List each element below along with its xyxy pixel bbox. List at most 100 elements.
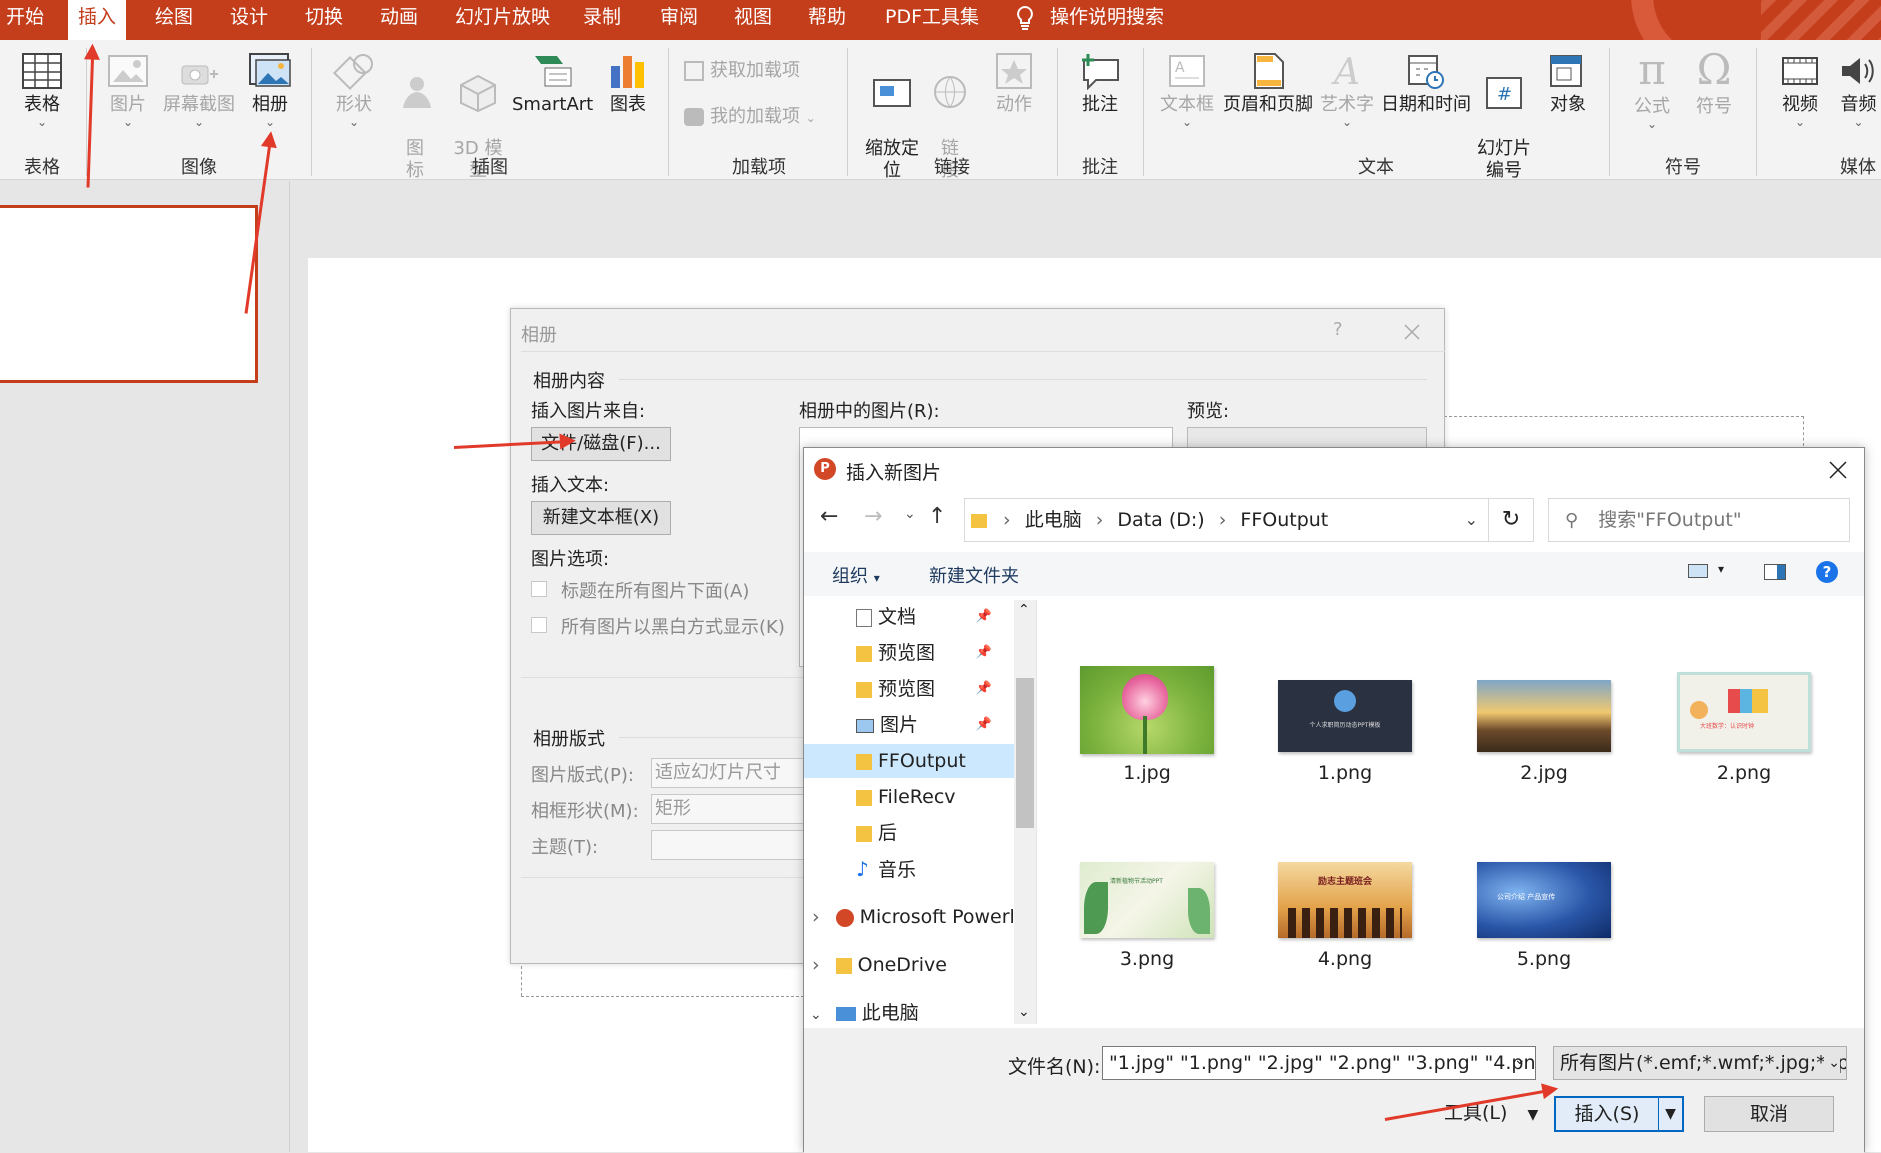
tell-me-search[interactable]: 操作说明搜索	[1014, 0, 1164, 40]
tab-review[interactable]: 审阅	[660, 0, 698, 40]
file-name[interactable]: 1.png	[1270, 762, 1420, 784]
refresh-icon[interactable]: ↻	[1488, 498, 1534, 542]
file-thumbnail-3-png[interactable]: 清新植物节活动PPT	[1080, 862, 1214, 938]
chevron-down-icon[interactable]: ⌄	[1465, 499, 1478, 541]
breadcrumb-folder[interactable]: FFOutput	[1240, 509, 1328, 531]
tab-pdf-tools[interactable]: PDF工具集	[885, 0, 979, 40]
expand-chevron-icon[interactable]: ›	[812, 906, 820, 928]
video-button[interactable]: 视频 ⌄	[1776, 52, 1824, 128]
photo-album-button[interactable]: 相册 ⌄	[244, 52, 296, 128]
date-time-button[interactable]: 日期和时间	[1380, 52, 1472, 116]
file-disk-button[interactable]: 文件/磁盘(F)...	[531, 427, 671, 461]
new-folder-button[interactable]: 新建文件夹	[929, 562, 1019, 588]
get-addins-button[interactable]: 获取加载项	[684, 60, 800, 82]
nav-item-this-pc[interactable]: ⌄ 此电脑	[804, 996, 1014, 1024]
picture-button[interactable]: 图片 ⌄	[104, 52, 152, 128]
scroll-down-icon[interactable]: ⌄	[1018, 1004, 1030, 1020]
breadcrumb-this-pc[interactable]: 此电脑	[1025, 509, 1082, 531]
tab-transitions[interactable]: 切换	[305, 0, 343, 40]
equation-button[interactable]: π 公式 ⌄	[1626, 48, 1678, 131]
breadcrumb-drive[interactable]: Data (D:)	[1117, 509, 1204, 531]
file-thumbnail-5-png[interactable]: 公司介绍 产品宣传	[1477, 862, 1611, 938]
up-arrow-icon[interactable]: ↑	[928, 504, 946, 529]
nav-item-filerecv[interactable]: FileRecv	[804, 780, 1014, 814]
file-thumbnail-2-jpg[interactable]	[1477, 680, 1611, 752]
forward-arrow-icon[interactable]: →	[864, 504, 882, 529]
tab-help[interactable]: 帮助	[808, 0, 846, 40]
black-white-checkbox[interactable]	[531, 617, 547, 633]
frame-shape-select[interactable]: 矩形	[651, 794, 811, 824]
file-name[interactable]: 1.jpg	[1072, 762, 1222, 784]
file-type-select[interactable]: 所有图片(*.emf;*.wmf;*.jpg;*.jp ⌄	[1553, 1046, 1847, 1080]
comment-button[interactable]: 批注	[1076, 52, 1124, 116]
chevron-down-icon[interactable]: ⌄	[1514, 1052, 1526, 1068]
help-button[interactable]: ?	[1333, 319, 1343, 340]
wordart-button[interactable]: A 艺术字 ⌄	[1318, 52, 1376, 128]
insert-split-arrow-icon[interactable]: ▼	[1658, 1098, 1682, 1130]
nav-item-hou[interactable]: 后	[804, 816, 1014, 850]
nav-item-preview-2[interactable]: 预览图 📌	[804, 672, 1014, 706]
file-thumbnail-1-png[interactable]: 个人求职简历动态PPT模板	[1278, 680, 1412, 752]
smartart-button[interactable]: SmartArt	[512, 52, 593, 116]
file-name[interactable]: 2.png	[1669, 762, 1819, 784]
file-thumbnail-1-jpg[interactable]	[1080, 666, 1214, 754]
nav-item-documents[interactable]: 文档 📌	[804, 600, 1014, 634]
captions-checkbox[interactable]	[531, 581, 547, 597]
preview-pane-icon[interactable]	[1764, 564, 1786, 580]
nav-item-ffoutput[interactable]: FFOutput	[804, 744, 1014, 778]
insert-button[interactable]: 插入(S) ▼	[1554, 1096, 1684, 1132]
help-icon[interactable]: ?	[1816, 561, 1838, 583]
tab-insert[interactable]: 插入	[68, 0, 127, 40]
pin-icon[interactable]: 📌	[976, 600, 992, 634]
tab-home[interactable]: 开始	[6, 0, 44, 40]
file-name[interactable]: 3.png	[1072, 948, 1222, 970]
filename-input[interactable]: "1.jpg" "1.png" "2.jpg" "2.png" "3.png" …	[1102, 1046, 1536, 1080]
view-options-icon[interactable]	[1688, 564, 1708, 578]
new-textbox-button[interactable]: 新建文本框(X)	[531, 501, 671, 535]
file-name[interactable]: 2.jpg	[1469, 762, 1619, 784]
symbol-button[interactable]: Ω 符号	[1688, 48, 1740, 118]
nav-item-powerpoint[interactable]: › Microsoft Powerl	[804, 900, 1014, 934]
textbox-button[interactable]: A 文本框 ⌄	[1158, 52, 1216, 128]
object-button[interactable]: 对象	[1542, 52, 1594, 116]
tab-design[interactable]: 设计	[230, 0, 268, 40]
my-addins-button[interactable]: 我的加载项 ⌄	[684, 106, 816, 129]
organize-menu[interactable]: 组织 ▾	[832, 562, 880, 588]
nav-item-preview-1[interactable]: 预览图 📌	[804, 636, 1014, 670]
tab-record[interactable]: 录制	[583, 0, 621, 40]
pin-icon[interactable]: 📌	[976, 708, 992, 742]
caret-down-icon[interactable]: ▾	[1718, 562, 1724, 576]
pin-icon[interactable]: 📌	[976, 636, 992, 670]
search-box[interactable]: ⚲ 搜索"FFOutput"	[1548, 498, 1850, 542]
audio-button[interactable]: 音频 ⌄	[1836, 52, 1881, 128]
picture-layout-select[interactable]: 适应幻灯片尺寸	[651, 758, 811, 788]
expand-chevron-icon[interactable]: ›	[812, 954, 820, 976]
file-name[interactable]: 5.png	[1469, 948, 1619, 970]
cancel-button[interactable]: 取消	[1704, 1096, 1834, 1132]
file-thumbnail-4-png[interactable]: 励志主题班会	[1278, 862, 1412, 938]
nav-item-onedrive[interactable]: › OneDrive	[804, 948, 1014, 982]
nav-item-pictures[interactable]: 图片 📌	[804, 708, 1014, 742]
back-arrow-icon[interactable]: ←	[820, 504, 838, 529]
tab-view[interactable]: 视图	[734, 0, 772, 40]
collapse-chevron-icon[interactable]: ⌄	[810, 1007, 822, 1023]
theme-field[interactable]	[651, 830, 811, 860]
file-thumbnail-2-png[interactable]: 大班数学：认识时钟	[1677, 672, 1811, 752]
tab-draw[interactable]: 绘图	[155, 0, 193, 40]
pin-icon[interactable]: 📌	[976, 672, 992, 706]
chart-button[interactable]: 图表	[604, 52, 652, 116]
screenshot-button[interactable]: 屏幕截图 ⌄	[160, 52, 238, 128]
file-name[interactable]: 4.png	[1270, 948, 1420, 970]
address-bar[interactable]: › 此电脑 › Data (D:) › FFOutput ⌄	[964, 498, 1489, 542]
close-icon[interactable]	[1403, 323, 1421, 341]
close-icon[interactable]	[1828, 460, 1848, 480]
scrollbar-thumb[interactable]	[1016, 678, 1034, 828]
scroll-up-icon[interactable]: ⌃	[1018, 602, 1030, 618]
recent-locations-icon[interactable]: ⌄	[904, 506, 916, 522]
header-footer-button[interactable]: 页眉和页脚	[1220, 52, 1316, 116]
nav-item-music[interactable]: ♪ 音乐	[804, 852, 1014, 886]
shapes-button[interactable]: 形状 ⌄	[330, 52, 378, 128]
tab-slideshow[interactable]: 幻灯片放映	[455, 0, 550, 40]
tab-animations[interactable]: 动画	[380, 0, 418, 40]
slide-thumbnail[interactable]	[0, 205, 258, 383]
